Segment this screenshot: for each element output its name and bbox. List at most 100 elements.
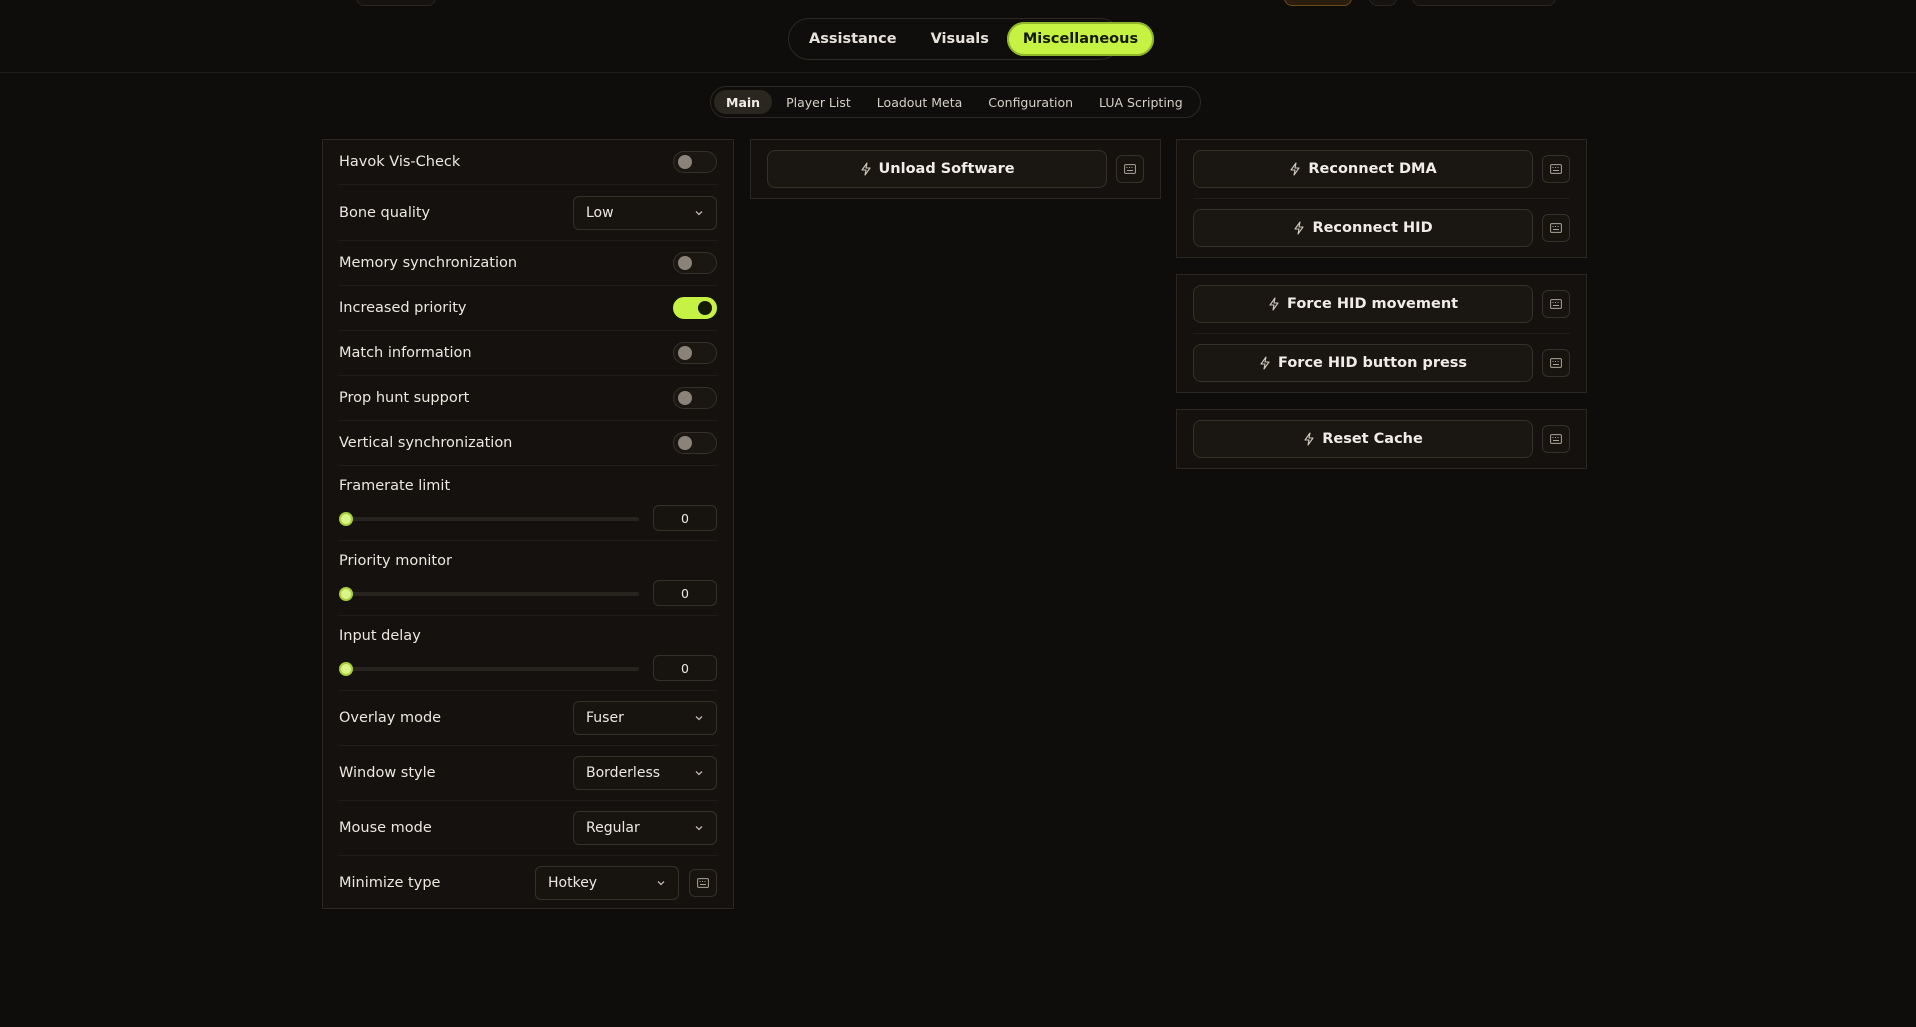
keyboard-icon xyxy=(1550,299,1562,309)
chevron-down-icon xyxy=(657,880,665,885)
select-value: Low xyxy=(586,204,614,221)
setting-label: Memory synchronization xyxy=(339,255,518,271)
setting-minimize-type: Minimize type Hotkey xyxy=(339,856,717,909)
prop-hunt-toggle[interactable] xyxy=(673,387,717,409)
unload-software-row: Unload Software xyxy=(767,150,1144,188)
top-badge-stub[interactable] xyxy=(1284,0,1352,6)
keyboard-icon xyxy=(1550,223,1562,233)
divider xyxy=(1193,333,1570,334)
minimize-type-select[interactable]: Hotkey xyxy=(535,865,679,900)
chevron-down-icon xyxy=(695,210,703,215)
keyboard-icon xyxy=(1550,358,1562,368)
reconnect-hid-button[interactable]: Reconnect HID xyxy=(1193,209,1534,247)
keyboard-icon xyxy=(1550,164,1562,174)
keyboard-icon xyxy=(1550,434,1562,444)
setting-label: Minimize type xyxy=(339,874,441,891)
select-value: Regular xyxy=(586,820,640,836)
force-hid-button-row: Force HID button press xyxy=(1193,344,1570,382)
tab-assistance[interactable]: Assistance xyxy=(793,22,913,56)
lightning-icon xyxy=(1290,162,1300,176)
reconnect-dma-row: Reconnect DMA xyxy=(1193,150,1570,188)
setting-label: Prop hunt support xyxy=(339,390,470,406)
force-hid-panel: Force HID movement Force HID button pres… xyxy=(1176,274,1587,393)
setting-prop-hunt: Prop hunt support xyxy=(339,376,717,421)
setting-increased-priority: Increased priority xyxy=(339,286,717,331)
keybind-button[interactable] xyxy=(1116,155,1144,183)
settings-panel: Havok Vis-Check Bone quality Low Memory … xyxy=(322,139,734,909)
keybind-button[interactable] xyxy=(1542,425,1570,453)
slider-label: Input delay xyxy=(339,628,421,644)
reconnect-hid-row: Reconnect HID xyxy=(1193,209,1570,247)
slider-label: Framerate limit xyxy=(339,478,451,494)
slider-thumb[interactable] xyxy=(339,587,353,601)
subtab-lua-scripting[interactable]: LUA Scripting xyxy=(1087,90,1195,114)
unload-software-button[interactable]: Unload Software xyxy=(767,150,1108,188)
slider-input-delay: Input delay 0 xyxy=(339,616,717,691)
setting-mouse-mode: Mouse mode Regular xyxy=(339,801,717,856)
tab-miscellaneous[interactable]: Miscellaneous xyxy=(1006,22,1155,56)
force-hid-movement-button[interactable]: Force HID movement xyxy=(1193,285,1534,323)
slider-track[interactable] xyxy=(343,667,639,671)
setting-label: Havok Vis-Check xyxy=(339,154,461,170)
vertical-sync-toggle[interactable] xyxy=(673,432,717,454)
priority-monitor-value[interactable]: 0 xyxy=(653,580,717,606)
framerate-limit-value[interactable]: 0 xyxy=(653,505,717,531)
setting-vertical-sync: Vertical synchronization xyxy=(339,421,717,466)
window-style-select[interactable]: Borderless xyxy=(573,756,717,790)
button-label: Force HID button press xyxy=(1278,355,1468,371)
select-value: Hotkey xyxy=(548,874,598,891)
increased-priority-toggle[interactable] xyxy=(673,297,717,319)
reconnect-panel: Reconnect DMA Reconnect HID xyxy=(1176,139,1587,258)
top-icon-stub[interactable] xyxy=(1369,0,1397,6)
keybind-button[interactable] xyxy=(1542,214,1570,242)
slider-thumb[interactable] xyxy=(339,512,353,526)
cache-panel: Reset Cache xyxy=(1176,409,1587,469)
bone-quality-select[interactable]: Low xyxy=(573,195,717,230)
setting-label: Overlay mode xyxy=(339,710,442,726)
setting-label: Bone quality xyxy=(339,204,431,221)
button-label: Unload Software xyxy=(878,161,1015,177)
force-hid-button-press-button[interactable]: Force HID button press xyxy=(1193,344,1534,382)
subtab-configuration[interactable]: Configuration xyxy=(976,90,1085,114)
memory-sync-toggle[interactable] xyxy=(673,252,717,274)
setting-match-information: Match information xyxy=(339,331,717,376)
lightning-icon xyxy=(1304,432,1314,446)
main-tab-bar: Assistance Visuals Miscellaneous xyxy=(788,18,1155,60)
subtab-player-list[interactable]: Player List xyxy=(774,90,863,114)
subtab-loadout-meta[interactable]: Loadout Meta xyxy=(865,90,974,114)
setting-bone-quality: Bone quality Low xyxy=(339,185,717,241)
reset-cache-row: Reset Cache xyxy=(1193,420,1570,458)
match-information-toggle[interactable] xyxy=(673,342,717,364)
keybind-button[interactable] xyxy=(1542,290,1570,318)
sub-tab-bar: Main Player List Loadout Meta Configurat… xyxy=(710,86,1201,118)
top-dropdown-stub[interactable] xyxy=(1412,0,1556,6)
software-panel: Unload Software xyxy=(750,139,1161,199)
lightning-icon xyxy=(1260,356,1270,370)
reset-cache-button[interactable]: Reset Cache xyxy=(1193,420,1534,458)
keybind-button[interactable] xyxy=(1542,155,1570,183)
top-control-stub[interactable] xyxy=(356,0,436,6)
tab-visuals[interactable]: Visuals xyxy=(915,22,1005,56)
lightning-icon xyxy=(1294,221,1304,235)
havok-toggle[interactable] xyxy=(673,151,717,173)
slider-label: Priority monitor xyxy=(339,553,452,569)
keybind-button[interactable] xyxy=(689,868,717,897)
lightning-icon xyxy=(1269,297,1279,311)
slider-track[interactable] xyxy=(343,517,639,521)
slider-thumb[interactable] xyxy=(339,662,353,676)
setting-havok-vis-check: Havok Vis-Check xyxy=(339,140,717,185)
setting-label: Increased priority xyxy=(339,300,467,316)
input-delay-value[interactable]: 0 xyxy=(653,655,717,681)
reconnect-dma-button[interactable]: Reconnect DMA xyxy=(1193,150,1534,188)
subtab-main[interactable]: Main xyxy=(714,90,773,114)
header-divider xyxy=(0,72,1916,73)
setting-label: Mouse mode xyxy=(339,820,432,836)
mouse-mode-select[interactable]: Regular xyxy=(573,811,717,845)
slider-priority-monitor: Priority monitor 0 xyxy=(339,541,717,616)
overlay-mode-select[interactable]: Fuser xyxy=(573,701,717,735)
chevron-down-icon xyxy=(695,771,703,776)
chevron-down-icon xyxy=(695,716,703,721)
slider-track[interactable] xyxy=(343,592,639,596)
slider-framerate-limit: Framerate limit 0 xyxy=(339,466,717,541)
keybind-button[interactable] xyxy=(1542,349,1570,377)
